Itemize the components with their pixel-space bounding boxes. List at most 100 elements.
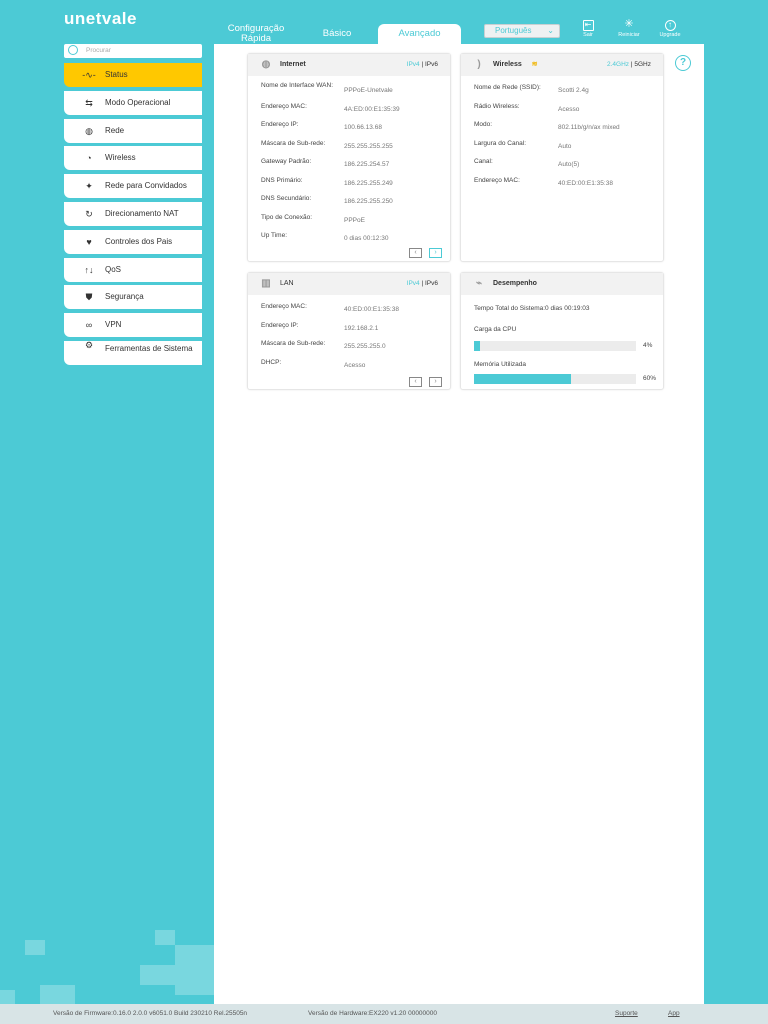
field-value: 40:ED:00:E1:35:38 xyxy=(344,306,399,313)
language-select[interactable]: Português ⌄ xyxy=(484,24,560,38)
network-icon: ◍ xyxy=(85,125,93,136)
sidebar-item-status[interactable]: -∿- Status xyxy=(64,63,202,87)
hardware-version: Versão de Hardware:EX220 v1.20 00000000 xyxy=(308,1010,438,1017)
sidebar-item-label: Modo Operacional xyxy=(105,97,171,107)
logout-button[interactable]: ⇤ Sair xyxy=(573,20,603,38)
pulse-icon: ⌁ xyxy=(475,278,483,289)
lan-icon: ▥ xyxy=(261,278,271,289)
nat-icon: ↻ xyxy=(85,209,93,219)
mode-icon: ⇆ xyxy=(85,97,93,108)
sidebar-item-vpn[interactable]: ∞ VPN xyxy=(64,313,202,338)
memory-value: 60% xyxy=(643,375,657,382)
support-link[interactable]: Suporte xyxy=(615,1004,638,1024)
field-label: DNS Secundário: xyxy=(261,195,312,202)
field-label: Endereço MAC: xyxy=(261,303,307,310)
field-label: DNS Primário: xyxy=(261,176,303,184)
sidebar-item-seguran-a[interactable]: ⛊ Segurança xyxy=(64,285,202,310)
sidebar-item-label: Wireless xyxy=(105,153,136,163)
sidebar-item-modo-operacional[interactable]: ⇆ Modo Operacional xyxy=(64,90,202,115)
lan-card: ▥ LAN IPv4 | IPv6 Endereço MAC: 40:ED:00:E… xyxy=(247,272,451,390)
tab-quick-setup[interactable]: Configuração Rápida xyxy=(222,24,290,44)
field-value: 255.255.255.255 xyxy=(344,142,393,150)
field-value: Auto(5) xyxy=(558,161,580,168)
sidebar-item-label: Rede xyxy=(105,125,125,135)
parental-icon: ♥ xyxy=(86,236,92,247)
lan-next-button[interactable]: › xyxy=(429,377,442,387)
field-value: 0 dias 00:12:30 xyxy=(344,235,389,242)
field-label: Tipo de Conexão: xyxy=(261,213,313,221)
performance-title: Desempenho xyxy=(493,280,537,287)
wireless-icon: ◔ xyxy=(86,153,92,164)
prev-page-button[interactable]: ‹ xyxy=(409,248,422,258)
logout-label: Sair xyxy=(583,32,593,38)
lan-title: LAN xyxy=(280,280,294,287)
lan-ipv4-tab[interactable]: IPv4 xyxy=(407,280,420,287)
sidebar-item-label: Rede para Convidados xyxy=(105,181,187,191)
vpn-icon: ∞ xyxy=(85,320,93,331)
cpu-value: 4% xyxy=(643,342,653,349)
tools-icon: ⚙ xyxy=(84,340,94,350)
reboot-icon: ✳ xyxy=(624,18,634,30)
field-label: Máscara de Sub-rede: xyxy=(261,340,326,347)
band-24-tab[interactable]: 2.4GHz xyxy=(607,61,629,68)
upgrade-icon: ↑ xyxy=(664,20,676,31)
field-value: 186.225.255.250 xyxy=(344,198,393,205)
field-label: Endereço MAC: xyxy=(474,176,520,184)
tab-advanced[interactable]: Avançado xyxy=(378,24,461,44)
sidebar-item-label: QoS xyxy=(105,264,122,274)
field-value: Acesso xyxy=(558,105,580,113)
language-value: Português xyxy=(495,26,532,35)
brand-logo: unetvale xyxy=(64,9,137,28)
sidebar-item-rede[interactable]: ◍ Rede xyxy=(64,118,202,143)
field-value: 40:ED:00:E1:35:38 xyxy=(558,179,613,187)
sidebar-item-direcionamento-nat[interactable]: ↻ Direcionamento NAT xyxy=(64,202,202,226)
field-label: Canal: xyxy=(474,158,493,165)
reboot-label: Reiniciar xyxy=(618,32,640,38)
status-icon: -∿- xyxy=(82,70,96,80)
band-5-tab[interactable]: 5GHz xyxy=(634,61,651,68)
sidebar-item-label: Direcionamento NAT xyxy=(105,209,179,218)
ipv6-tab[interactable]: IPv6 xyxy=(425,61,438,68)
wireless-icon: ) xyxy=(477,59,481,70)
field-value: PPPoE-Unetvale xyxy=(344,87,393,94)
search-input[interactable]: Procurar xyxy=(64,44,202,58)
upgrade-button[interactable]: ↑ Upgrade xyxy=(655,20,685,38)
field-value: 802.11b/g/n/ax mixed xyxy=(558,124,620,131)
cpu-label: Carga da CPU xyxy=(474,326,517,333)
globe-icon: ◍ xyxy=(261,59,271,70)
sidebar-item-label: VPN xyxy=(105,320,122,330)
field-label: Endereço MAC: xyxy=(261,102,307,110)
wifi-signal-icon: ≋ xyxy=(531,61,538,68)
ipv4-tab[interactable]: IPv4 xyxy=(407,61,420,68)
field-value: Auto xyxy=(558,142,572,150)
sidebar-item-controles-dos-pais[interactable]: ♥ Controles dos Pais xyxy=(64,229,202,254)
field-label: Gateway Padrão: xyxy=(261,158,312,165)
sidebar-item-wireless[interactable]: ◔ Wireless xyxy=(64,146,202,171)
field-label: Rádio Wireless: xyxy=(474,102,520,110)
field-label: Largura do Canal: xyxy=(474,139,527,147)
wireless-title: Wireless xyxy=(493,61,522,68)
reboot-button[interactable]: ✳ Reiniciar xyxy=(614,18,644,39)
sidebar-item-label: Controles dos Pais xyxy=(105,236,173,246)
logout-icon: ⇤ xyxy=(582,20,594,31)
next-page-button[interactable]: › xyxy=(429,248,442,258)
lan-ipv6-tab[interactable]: IPv6 xyxy=(425,280,438,287)
field-value: 100.66.13.68 xyxy=(344,124,382,131)
search-placeholder: Procurar xyxy=(86,47,111,54)
lan-prev-button[interactable]: ‹ xyxy=(409,377,422,387)
sidebar-item-label: Status xyxy=(105,70,128,79)
sidebar-item-rede-para-convidados[interactable]: ✦ Rede para Convidados xyxy=(64,174,202,199)
field-value: 4A:ED:00:E1:35:39 xyxy=(344,105,400,113)
tab-basic[interactable]: Básico xyxy=(312,29,362,39)
wireless-card: ) Wireless ≋ 2.4GHz | 5GHz Nome de Rede (… xyxy=(460,53,664,262)
sidebar-item-qos[interactable]: ↑↓ QoS xyxy=(64,257,202,282)
field-label: Nome de Interface WAN: xyxy=(261,82,334,89)
memory-bar xyxy=(474,374,636,384)
app-link[interactable]: App xyxy=(668,1004,680,1024)
footer: Versão de Firmware:0.16.0 2.0.0 v6051.0 … xyxy=(0,1004,768,1024)
field-value: 192.168.2.1 xyxy=(344,324,379,332)
help-icon[interactable]: ? xyxy=(675,55,691,71)
sidebar-item-ferramentas-de-sistema[interactable]: ⚙ Ferramentas de Sistema xyxy=(64,341,202,365)
field-label: Nome de Rede (SSID): xyxy=(474,84,541,91)
field-label: Up Time: xyxy=(261,232,288,239)
